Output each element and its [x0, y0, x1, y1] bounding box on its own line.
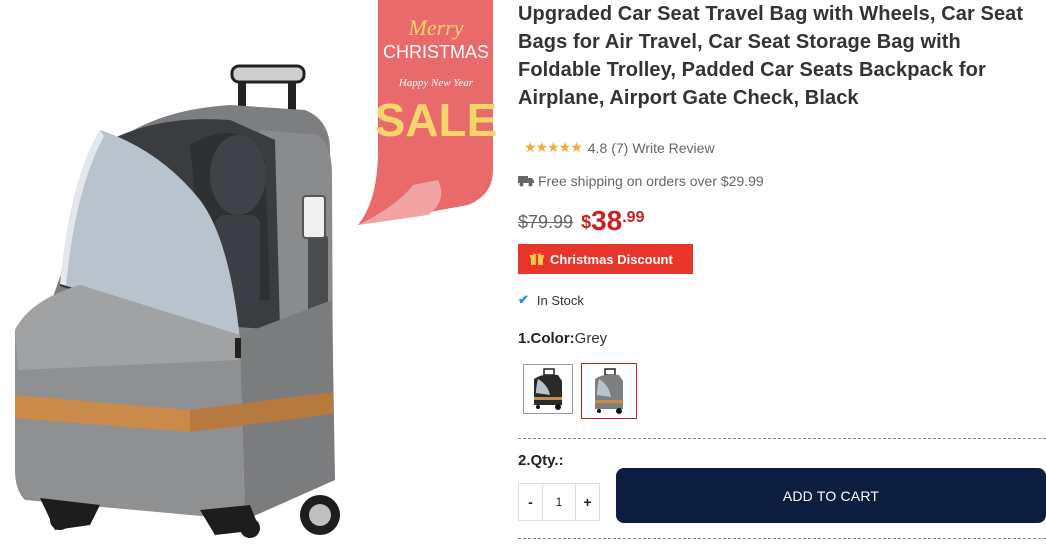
bottom-divider: [518, 538, 1046, 539]
color-label: 1.Color:: [518, 330, 575, 347]
quantity-increase-button[interactable]: +: [575, 483, 600, 521]
promo-new-year: Happy New Year: [398, 77, 474, 89]
promo-merry: Merry: [408, 15, 464, 40]
black-bag-thumbnail: [534, 368, 562, 410]
add-to-cart-button[interactable]: ADD TO CART: [616, 468, 1046, 523]
original-price: $79.99: [518, 212, 574, 232]
truck-icon: [518, 176, 534, 187]
color-swatches: [523, 363, 637, 419]
product-title: Upgraded Car Seat Travel Bag with Wheels…: [518, 3, 1024, 109]
grey-bag-thumbnail: [595, 368, 623, 414]
price-row: $79.99 $ 38 .99: [518, 206, 644, 236]
section-divider: [518, 438, 1046, 439]
shipping-info: Free shipping on orders over $29.99: [518, 173, 764, 189]
price-currency: $: [581, 212, 592, 232]
swatch-grey[interactable]: [581, 363, 637, 419]
quantity-stepper: - 1 +: [518, 483, 600, 521]
color-option-label: 1.Color:Grey: [518, 330, 607, 347]
selected-color: Grey: [574, 330, 608, 347]
price-decimal: .99: [622, 209, 645, 226]
product-image[interactable]: Merry CHRISTMAS Happy New Year SALE: [0, 0, 500, 549]
product-info: Upgraded Car Seat Travel Bag with Wheels…: [518, 0, 1046, 549]
quantity-input[interactable]: 1: [543, 483, 575, 521]
promo-sale: SALE: [375, 94, 498, 146]
sale-price: $ 38 .99: [581, 206, 644, 236]
review-count: (7): [611, 139, 629, 156]
quantity-label: 2.Qty.:: [518, 452, 564, 469]
rating-value: 4.8: [587, 139, 608, 156]
rating-row: ★★★★★ 4.8 (7) Write Review: [524, 139, 715, 156]
discount-label: Christmas Discount: [550, 251, 673, 267]
stock-text: In Stock: [536, 292, 584, 308]
promo-christmas: CHRISTMAS: [383, 42, 489, 62]
shipping-text: Free shipping on orders over $29.99: [538, 173, 764, 189]
christmas-discount-badge: Christmas Discount: [518, 244, 693, 274]
star-rating-icon: ★★★★★: [524, 139, 583, 155]
write-review-link[interactable]: Write Review: [632, 140, 714, 156]
price-integer: 38: [591, 205, 623, 236]
swatch-black[interactable]: [523, 364, 573, 414]
stock-status: ✔ In Stock: [518, 292, 584, 308]
check-icon: ✔: [518, 292, 529, 307]
gift-icon: [530, 253, 544, 265]
quantity-decrease-button[interactable]: -: [518, 483, 543, 521]
christmas-sale-banner: Merry CHRISTMAS Happy New Year SALE: [358, 0, 498, 225]
